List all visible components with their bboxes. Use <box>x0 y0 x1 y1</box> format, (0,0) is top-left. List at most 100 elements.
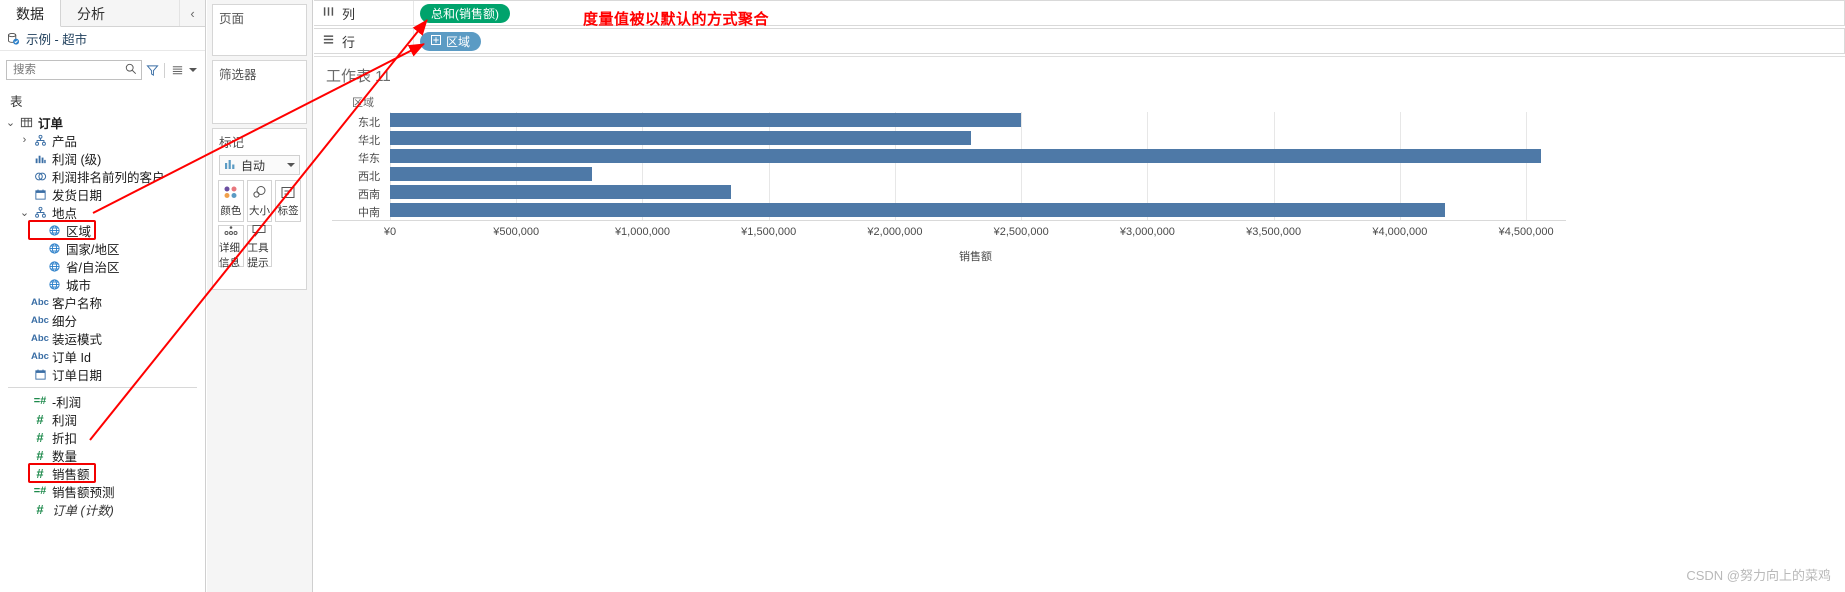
globe-icon <box>45 242 63 255</box>
marks-size-label: 大小 <box>248 205 270 217</box>
marks-detail-button[interactable]: 详细信息 <box>218 225 244 269</box>
field-label: 订单日期 <box>52 368 103 383</box>
field-label: 产品 <box>52 134 78 149</box>
marks-type-selector[interactable]: 自动 <box>219 155 300 175</box>
field-label: 订单 <box>38 116 64 131</box>
x-tick-label: ¥2,000,000 <box>867 226 923 238</box>
columns-shelf[interactable]: 列 总和(销售额) <box>314 0 1845 26</box>
field-label: 销售额预测 <box>52 485 115 500</box>
marks-tooltip-button[interactable]: 工具提示 <box>246 224 273 269</box>
watermark: CSDN @努力向上的菜鸡 <box>1686 568 1831 583</box>
number-icon: # <box>36 411 44 427</box>
abc-icon: Abc <box>31 350 49 362</box>
rows-shelf[interactable]: 行 区域 <box>314 28 1845 54</box>
datasource-row[interactable]: 示例 - 超市 <box>0 27 205 51</box>
bar[interactable] <box>390 203 1446 217</box>
field-item[interactable]: Abc 装运模式 <box>0 329 205 347</box>
category-label[interactable]: 中南 <box>338 204 380 220</box>
field-item[interactable]: =# 销售额预测 <box>0 482 205 500</box>
field-item[interactable]: # 销售额 <box>0 464 205 482</box>
tab-data[interactable]: 数据 <box>0 0 61 27</box>
bar[interactable] <box>390 113 1022 127</box>
search-row <box>6 58 199 82</box>
grid-icon[interactable] <box>167 60 187 80</box>
bar[interactable] <box>390 185 731 199</box>
field-item[interactable]: 利润排名前列的客户 <box>0 167 205 185</box>
field-label: 订单 Id <box>52 350 91 365</box>
marks-size-button[interactable]: 大小 <box>246 180 273 222</box>
color-icon <box>222 184 240 201</box>
field-item[interactable]: 发货日期 <box>0 185 205 203</box>
marks-label-button[interactable]: 标签 <box>275 180 301 222</box>
database-icon <box>6 32 20 46</box>
field-item[interactable]: 城市 <box>0 275 205 293</box>
field-item[interactable]: 省/自治区 <box>0 257 205 275</box>
caret-down-icon[interactable] <box>287 158 295 172</box>
cards-column: 页面 筛选器 标记 自动 颜色 大小 标签 详细信息 工具提示 <box>207 0 313 592</box>
field-label: 利润 (级) <box>52 152 102 167</box>
field-item[interactable]: Abc 细分 <box>0 311 205 329</box>
field-item[interactable]: ⌄ 订单 <box>0 113 205 131</box>
marks-color-button[interactable]: 颜色 <box>218 180 244 222</box>
marks-detail-label: 详细信息 <box>219 241 240 269</box>
category-label[interactable]: 华北 <box>338 132 380 148</box>
field-item[interactable]: 国家/地区 <box>0 239 205 257</box>
field-item[interactable]: 利润 (级) <box>0 149 205 167</box>
bar[interactable] <box>390 149 1542 163</box>
search-input-wrapper[interactable] <box>6 60 142 80</box>
funnel-icon[interactable] <box>142 60 162 80</box>
category-label[interactable]: 东北 <box>338 114 380 130</box>
bar[interactable] <box>390 131 971 145</box>
category-label[interactable]: 华东 <box>338 150 380 166</box>
set-icon <box>31 170 49 183</box>
tab-analytics[interactable]: 分析 <box>61 0 121 26</box>
worksheet-view: 工作表 11 区域 东北 华北 华东 西北 西南 中南 ¥0 ¥500,000 ¥1,000,00… <box>314 56 1845 592</box>
field-item[interactable]: # 折扣 <box>0 428 205 446</box>
field-item[interactable]: Abc 客户名称 <box>0 293 205 311</box>
calc-number-icon: =# <box>33 485 47 497</box>
field-item[interactable]: # 利润 <box>0 410 205 428</box>
bar[interactable] <box>390 167 592 181</box>
columns-label-text: 列 <box>342 6 356 22</box>
pill-sum-sales-text: 总和(销售额) <box>431 6 499 21</box>
chevron-down-icon[interactable]: ⌄ <box>18 206 31 219</box>
field-label: 国家/地区 <box>66 242 120 257</box>
table-icon <box>17 116 35 129</box>
category-label[interactable]: 西南 <box>338 186 380 202</box>
field-label: 折扣 <box>52 431 78 446</box>
globe-icon <box>45 224 63 237</box>
search-icon <box>125 63 137 78</box>
caret-down-icon[interactable] <box>187 60 199 80</box>
chevron-left-icon[interactable]: ‹ <box>179 0 205 26</box>
calendar-icon <box>31 368 49 381</box>
field-item[interactable]: Abc 订单 Id <box>0 347 205 365</box>
field-item[interactable]: ⌄ 地点 <box>0 203 205 221</box>
pill-sum-sales[interactable]: 总和(销售额) <box>420 3 510 23</box>
field-item[interactable]: # 数量 <box>0 446 205 464</box>
rows-shelf-label: 行 <box>314 29 414 53</box>
pill-region[interactable]: 区域 <box>420 31 482 51</box>
category-label[interactable]: 西北 <box>338 168 380 184</box>
chevron-down-icon[interactable]: ⌄ <box>4 116 17 129</box>
search-input[interactable] <box>11 63 123 77</box>
tab-data-label: 数据 <box>16 6 44 22</box>
tableau-window: 数据 分析 ‹ 示例 - 超市 搜索 表 ⌄ 订单 › 产品 利润 (级) 利润… <box>0 0 1845 592</box>
number-icon: # <box>36 501 44 517</box>
field-item[interactable]: 订单日期 <box>0 365 205 383</box>
plus-box-icon[interactable] <box>431 34 441 48</box>
field-label: 城市 <box>66 278 92 293</box>
field-item[interactable]: =# -利润 <box>0 392 205 410</box>
field-item[interactable]: 区域 <box>0 221 205 239</box>
field-item[interactable]: # 订单 (计数) <box>0 500 205 518</box>
field-item[interactable]: › 产品 <box>0 131 205 149</box>
chevron-right-icon[interactable]: › <box>18 134 31 146</box>
